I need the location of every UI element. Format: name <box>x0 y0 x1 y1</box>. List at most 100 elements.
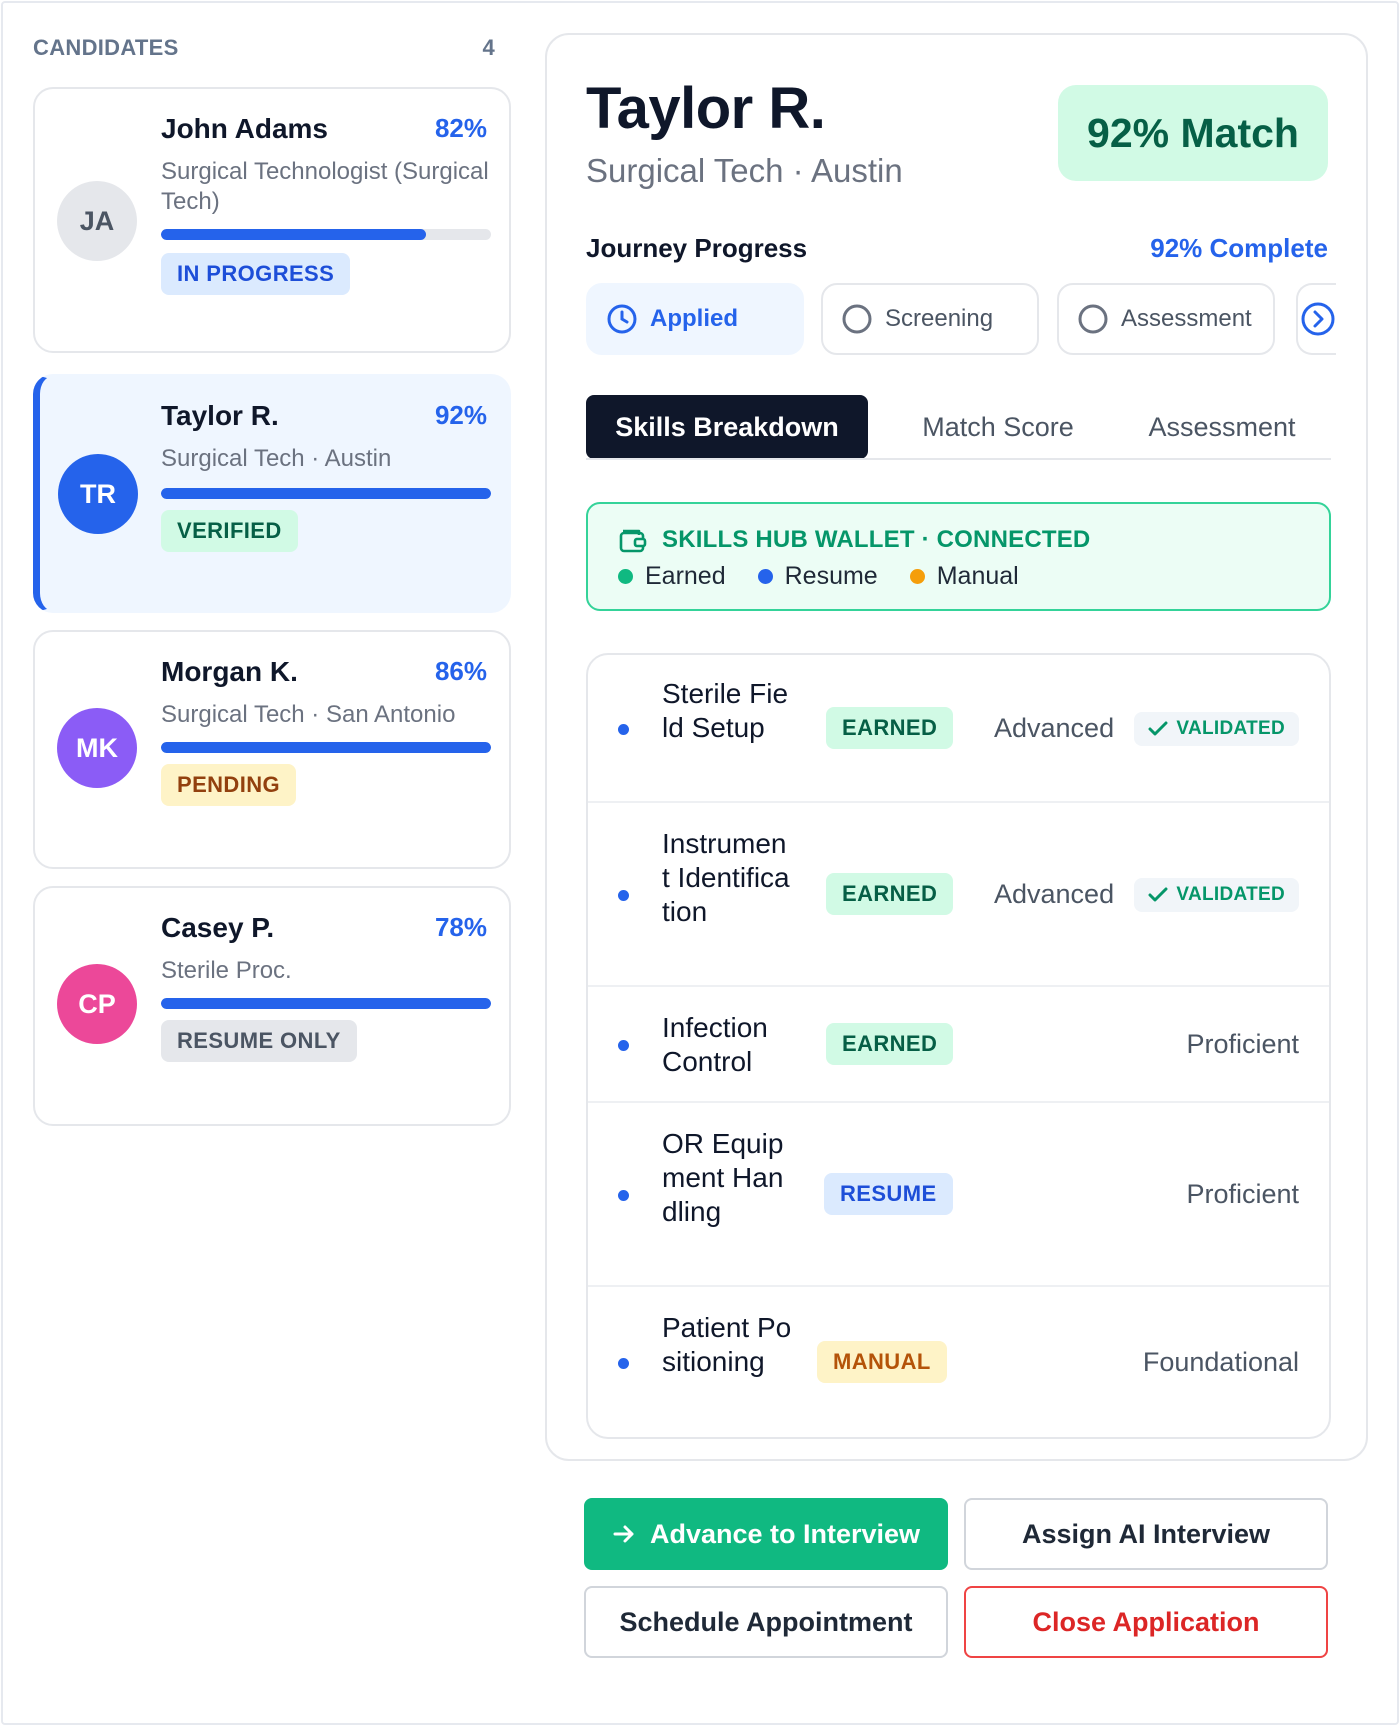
legend-dot <box>618 569 633 584</box>
legend-label: Resume <box>784 562 878 590</box>
skill-source-badge: EARNED <box>826 1023 954 1065</box>
candidate-match-bar-fill <box>161 488 491 499</box>
skill-name: Instrument Identification <box>662 828 790 927</box>
status-badge: PENDING <box>161 764 297 806</box>
skill-dot <box>618 724 629 735</box>
skill-row: OR Equipment Handling RESUME Proficient <box>588 1103 1329 1287</box>
skill-row: Instrument Identification EARNED Advance… <box>588 803 1329 987</box>
legend-resume: Resume <box>757 562 878 591</box>
schedule-appointment-button[interactable]: Schedule Appointment <box>584 1586 948 1658</box>
candidate-name: Taylor R. <box>161 400 279 431</box>
wallet-legend: Earned Resume Manual <box>618 562 1051 591</box>
avatar-initials: MK <box>76 732 118 763</box>
candidate-match-bar <box>161 998 491 1009</box>
step-label: Applied <box>650 305 738 332</box>
legend-manual: Manual <box>909 562 1019 591</box>
avatar: MK <box>57 708 137 788</box>
circle-icon <box>842 304 872 334</box>
skill-level: Proficient <box>1186 1029 1299 1059</box>
validated-label: VALIDATED <box>1176 884 1285 905</box>
legend-dot <box>757 569 773 584</box>
wallet-title-text: SKILLS HUB WALLET · CONNECTED <box>662 526 1091 553</box>
candidates-count: 4 <box>482 35 495 60</box>
candidate-role: Surgical Tech · San Antonio <box>161 701 456 728</box>
clock-icon <box>607 304 637 334</box>
skill-level: Proficient <box>1186 1179 1299 1209</box>
candidate-match-bar-fill <box>161 229 427 240</box>
skill-name: Sterile Field Setup <box>662 678 789 743</box>
candidate-match-bar <box>161 488 491 499</box>
avatar-initials: CP <box>78 988 116 1019</box>
candidates-title: CANDIDATES <box>33 35 179 60</box>
skill-level: Foundational <box>1142 1347 1299 1377</box>
step-assessment[interactable]: Assessment <box>1057 283 1275 355</box>
skill-name: Patient Positioning <box>662 1312 792 1377</box>
step-applied[interactable]: Applied <box>586 283 804 355</box>
chevron-right-circle-icon <box>1301 302 1335 336</box>
skill-row: Infection Control EARNED Proficient <box>588 987 1329 1103</box>
validated-label: VALIDATED <box>1176 718 1285 739</box>
candidate-match-bar-fill <box>161 998 491 1009</box>
validated-badge: VALIDATED <box>1134 712 1299 746</box>
candidate-match-bar <box>161 742 491 753</box>
skill-level: Advanced <box>994 713 1115 743</box>
candidate-match-bar <box>161 229 491 240</box>
page-title: Taylor R. <box>586 76 826 141</box>
journey-progress-title: Journey Progress <box>586 233 808 263</box>
check-icon <box>1148 887 1168 902</box>
candidate-name: Casey P. <box>161 912 275 943</box>
legend-dot <box>909 569 925 584</box>
match-score-badge: 92% Match <box>1058 85 1328 181</box>
avatar-initials: TR <box>80 478 116 509</box>
candidate-match: 86% <box>434 656 487 686</box>
step-label: Screening <box>885 305 994 332</box>
candidates-header: CANDIDATES 4 <box>33 34 495 62</box>
step-label: Assessment <box>1121 305 1252 332</box>
close-application-button[interactable]: Close Application <box>964 1586 1328 1658</box>
skill-dot <box>618 1358 629 1369</box>
skill-source-badge: EARNED <box>826 873 954 915</box>
skills-hub-wallet-banner: SKILLS HUB WALLET · CONNECTED Earned Res… <box>586 502 1331 611</box>
check-icon <box>1148 721 1168 736</box>
skills-list: Sterile Field Setup EARNED Advanced VALI… <box>586 653 1331 1439</box>
assign-ai-interview-button[interactable]: Assign AI Interview <box>964 1498 1328 1570</box>
skill-level: Advanced <box>994 879 1115 909</box>
skill-source-badge: EARNED <box>826 707 954 749</box>
tab-skills-breakdown[interactable]: Skills Breakdown <box>586 395 868 459</box>
candidate-card-morgan-k[interactable]: MK Morgan K. 86% Surgical Tech · San Ant… <box>33 630 511 869</box>
legend-earned: Earned <box>618 562 726 591</box>
skill-source-badge: MANUAL <box>817 1341 947 1383</box>
candidate-role: Surgical Technologist (Surgical Tech) <box>161 158 489 215</box>
status-badge: VERIFIED <box>161 510 298 552</box>
candidate-match: 82% <box>434 113 487 143</box>
candidate-name: Morgan K. <box>161 656 298 687</box>
avatar-initials: JA <box>79 205 115 236</box>
advance-to-interview-button[interactable]: Advance to Interview <box>584 1498 948 1570</box>
avatar: JA <box>57 181 137 261</box>
skill-source-badge: RESUME <box>824 1173 953 1215</box>
skill-row: Patient Positioning MANUAL Foundational <box>588 1287 1329 1437</box>
skill-row: Sterile Field Setup EARNED Advanced VALI… <box>588 655 1329 803</box>
wallet-title: SKILLS HUB WALLET · CONNECTED <box>618 526 1090 554</box>
candidate-card-john-adams[interactable]: JA John Adams 82% Surgical Technologist … <box>33 87 511 353</box>
skill-name: Infection Control <box>662 1012 768 1077</box>
tabs-divider <box>586 458 1331 460</box>
tab-match-score[interactable]: Match Score <box>883 395 1113 459</box>
skill-dot <box>618 1190 629 1201</box>
candidate-match-bar-fill <box>161 742 491 753</box>
status-badge: IN PROGRESS <box>161 253 351 295</box>
step-screening[interactable]: Screening <box>821 283 1039 355</box>
button-label: Advance to Interview <box>649 1518 921 1549</box>
steps-next-button[interactable] <box>1296 283 1336 355</box>
candidate-card-casey-p[interactable]: CP Casey P. 78% Sterile Proc. RESUME ONL… <box>33 886 511 1126</box>
candidate-card-taylor-r[interactable]: TR Taylor R. 92% Surgical Tech · Austin … <box>33 374 511 613</box>
tab-assessment[interactable]: Assessment <box>1113 395 1331 459</box>
candidate-detail-panel: Taylor R. Surgical Tech · Austin 92% Mat… <box>545 33 1368 1461</box>
validated-badge: VALIDATED <box>1134 878 1299 912</box>
arrow-right-icon <box>613 1525 634 1543</box>
skill-dot <box>618 1040 629 1051</box>
circle-icon <box>1078 304 1108 334</box>
wallet-icon <box>619 529 647 553</box>
journey-complete-label: 92% Complete <box>1150 233 1328 263</box>
status-badge: RESUME ONLY <box>161 1020 357 1062</box>
